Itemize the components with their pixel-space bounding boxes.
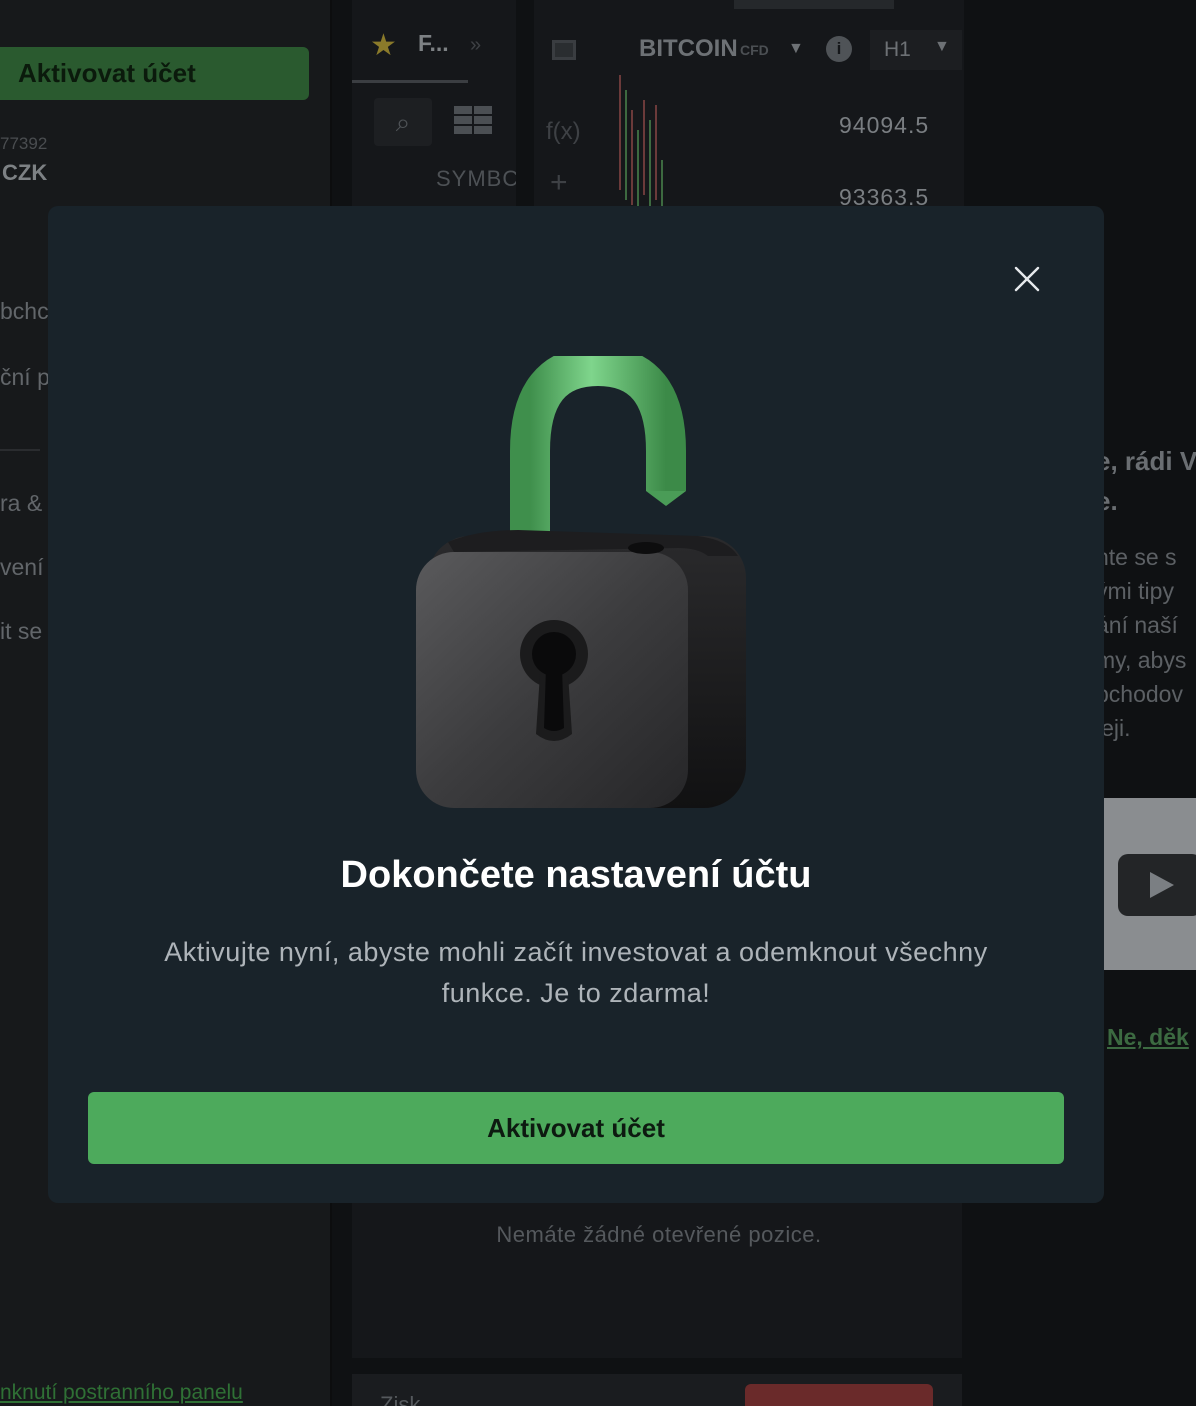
- unlocked-padlock-icon: [416, 356, 746, 808]
- column-header-symbol[interactable]: SYMBC: [436, 166, 516, 192]
- indicators-icon[interactable]: f(x): [546, 118, 581, 146]
- sidebar-divider: [0, 449, 40, 451]
- sidebar-item[interactable]: ční p: [0, 364, 50, 391]
- promo-body-line: bchodov: [1096, 681, 1183, 707]
- tab-underline: [352, 80, 468, 83]
- chevron-down-icon[interactable]: ▼: [788, 40, 804, 58]
- sidebar-item[interactable]: vení: [0, 554, 43, 581]
- sidebar-collapse-link[interactable]: nknutí postranního panelu: [0, 1381, 243, 1405]
- price-label: 94094.5: [839, 112, 930, 138]
- promo-heading-line: e, rádi V: [1096, 446, 1196, 476]
- modal-description: Aktivujte nyní, abyste mohli začít inves…: [164, 937, 988, 1008]
- search-icon[interactable]: ⌕: [374, 98, 432, 146]
- grid-view-icon[interactable]: [454, 106, 494, 136]
- chart-panel: BITCOIN CFD ▼ i H1 ▼ f(x) + 94094.5 9336…: [534, 0, 964, 210]
- timeframe-value: H1: [884, 38, 911, 61]
- account-currency: CZK: [2, 160, 48, 185]
- activation-modal: Dokončete nastavení účtu Aktivujte nyní,…: [48, 206, 1104, 1203]
- positions-empty-message: Nemáte žádné otevřené pozice.: [496, 1222, 822, 1247]
- double-chevron-right-icon[interactable]: »: [470, 34, 481, 57]
- chevron-down-icon: ▼: [934, 38, 950, 55]
- info-icon[interactable]: i: [826, 36, 852, 62]
- instrument-type-badge: CFD: [740, 42, 769, 58]
- plus-icon[interactable]: +: [550, 166, 568, 200]
- pnl-label: Zisk: [380, 1392, 421, 1406]
- candlestick-series: [619, 75, 663, 210]
- sidebar-item[interactable]: it se: [0, 618, 42, 645]
- promo-body-line: my, abys: [1096, 647, 1187, 673]
- activate-account-button[interactable]: Aktivovat účet: [88, 1092, 1064, 1164]
- promo-body-line: nte se s: [1096, 544, 1177, 570]
- watchlist-tab[interactable]: F...: [418, 30, 449, 57]
- chart-top-bar: [734, 0, 894, 9]
- sidebar-item[interactable]: ra &: [0, 490, 42, 517]
- sidebar-activate-button[interactable]: Aktivovat účet: [0, 47, 309, 100]
- watchlist-panel: ★ F... » ⌕ SYMBC: [352, 0, 516, 210]
- promo-body-line: ými tipy: [1096, 578, 1174, 604]
- chart-symbol[interactable]: BITCOIN: [639, 35, 738, 63]
- star-icon: ★: [370, 29, 397, 62]
- account-number: 77392: [0, 134, 48, 153]
- close-icon[interactable]: [1010, 262, 1044, 296]
- sidebar-item[interactable]: bchc: [0, 298, 49, 325]
- pnl-bar: Zisk: [352, 1374, 962, 1406]
- chart-layout-icon[interactable]: [552, 40, 576, 60]
- play-icon[interactable]: [1118, 854, 1196, 916]
- close-all-button[interactable]: [745, 1384, 933, 1406]
- timeframe-select[interactable]: H1 ▼: [870, 30, 962, 70]
- modal-title: Dokončete nastavení účtu: [340, 854, 812, 896]
- decline-link[interactable]: Ne, děk: [1107, 1024, 1189, 1051]
- positions-panel: Nemáte žádné otevřené pozice.: [352, 1202, 962, 1358]
- promo-body-line: ání naší: [1096, 612, 1178, 638]
